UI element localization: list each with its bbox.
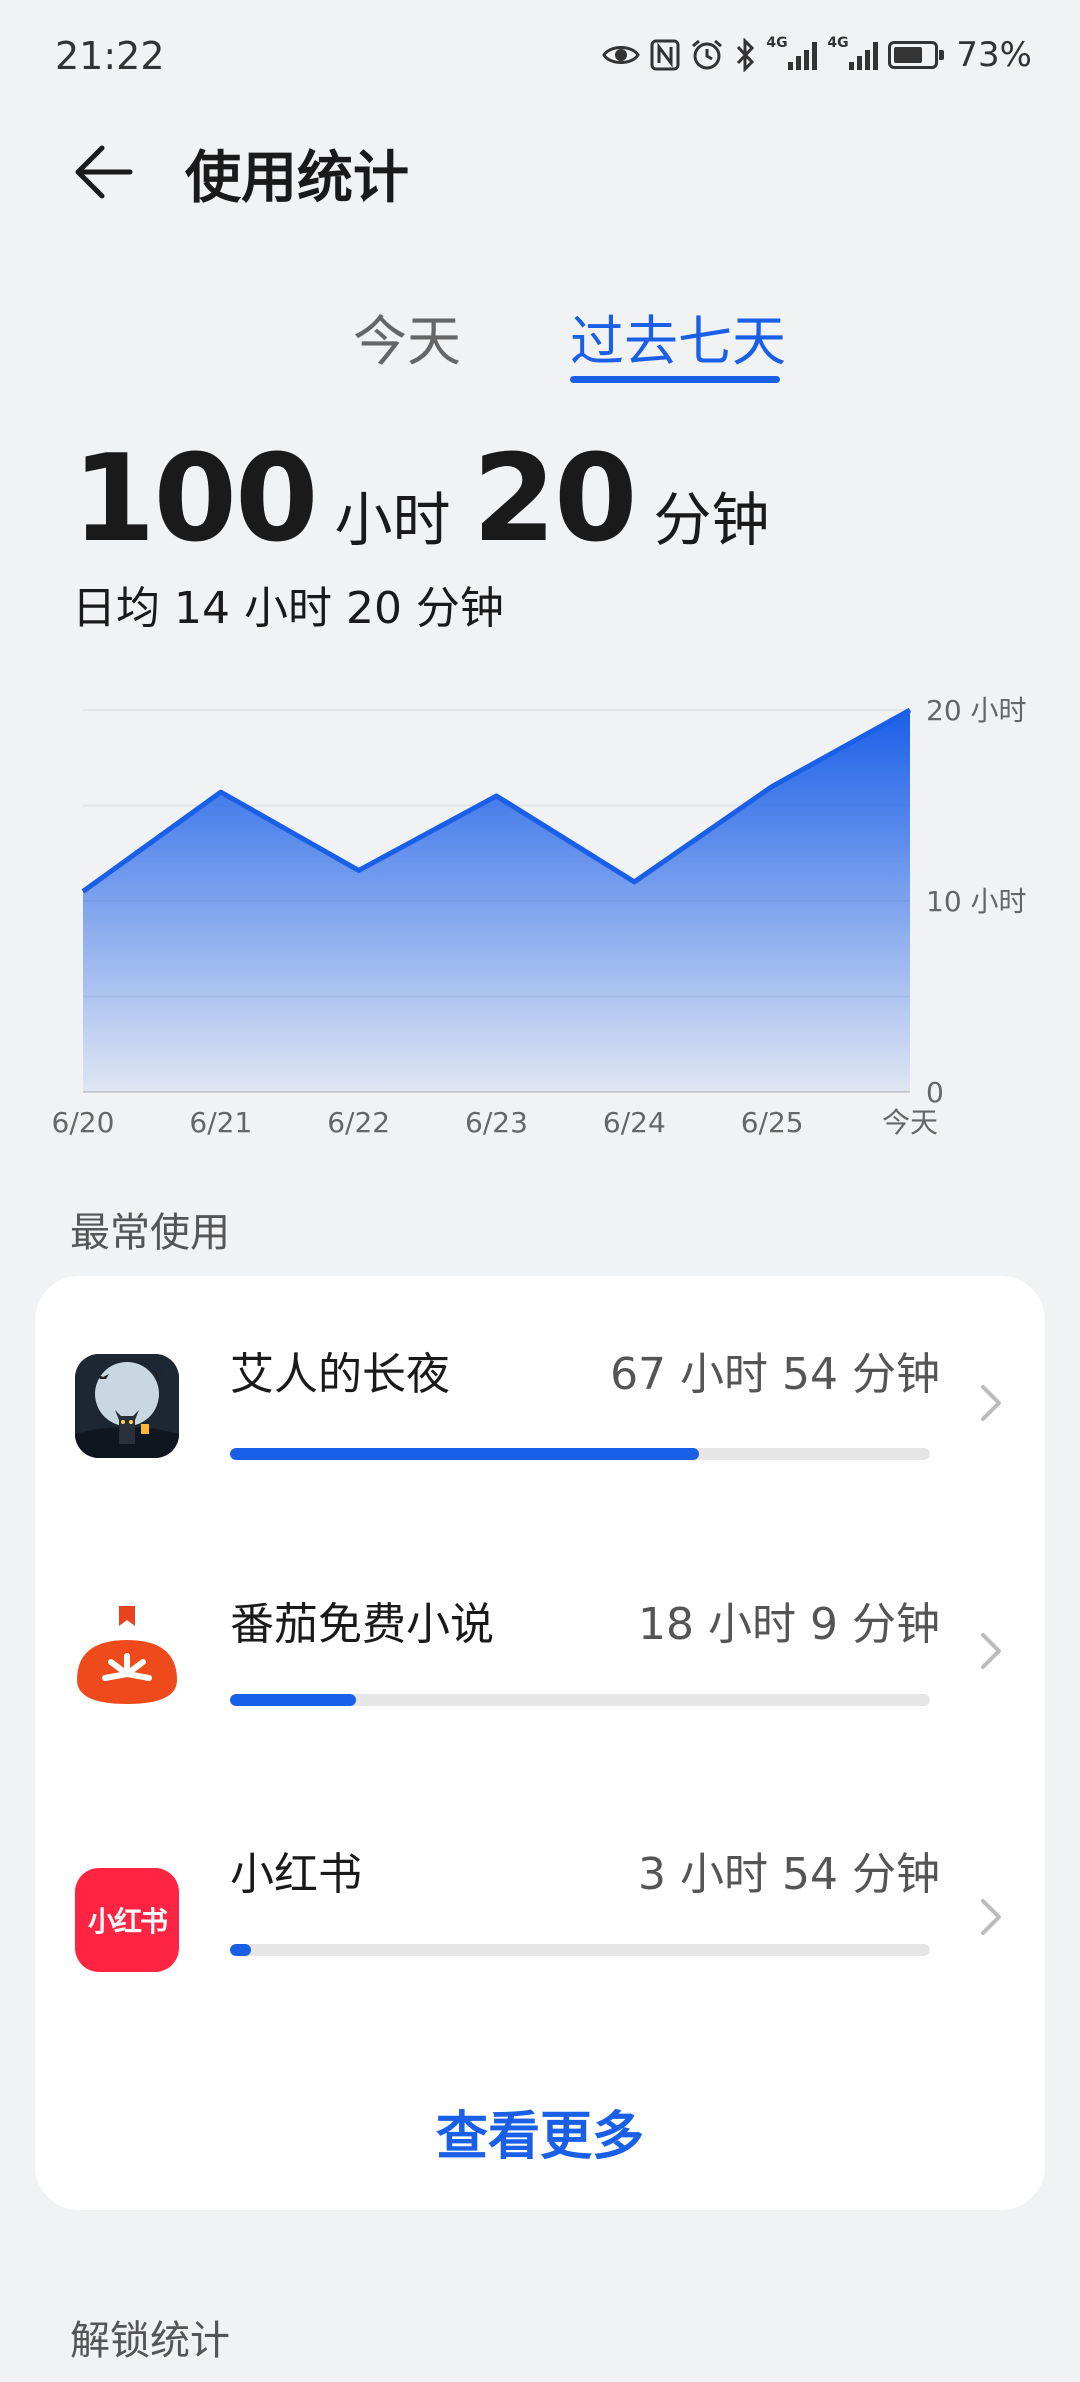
night-cat-game-icon bbox=[75, 1354, 179, 1458]
usage-area bbox=[83, 710, 910, 1092]
chevron-right-icon bbox=[981, 1385, 1001, 1421]
x-tick-label: 6/22 bbox=[327, 1106, 390, 1139]
total-minutes-value: 20 bbox=[472, 430, 638, 569]
app-name: 小红书 bbox=[230, 1849, 362, 1900]
battery-icon bbox=[888, 41, 945, 69]
daily-average: 日均 14 小时 20 分钟 bbox=[72, 583, 504, 634]
status-time: 21:22 bbox=[55, 34, 165, 78]
x-tick-label: 6/25 bbox=[741, 1106, 804, 1139]
app-row-tomato-novel[interactable]: 番茄免费小说 18 小时 9 分钟 bbox=[35, 1526, 1045, 1776]
eye-icon bbox=[602, 42, 641, 68]
usage-progress-bar bbox=[230, 1448, 930, 1460]
alarm-icon bbox=[690, 38, 724, 72]
signal-icon: 4G bbox=[827, 36, 879, 70]
chevron-right-icon bbox=[981, 1899, 1001, 1935]
x-tick-label: 6/21 bbox=[189, 1106, 252, 1139]
status-icons: 4G 4G 73% bbox=[602, 30, 1032, 80]
app-usage-time: 3 小时 54 分钟 bbox=[638, 1849, 940, 1900]
usage-progress-bar bbox=[230, 1944, 930, 1956]
section-title-frequent: 最常使用 bbox=[70, 1210, 230, 1256]
total-hours-unit: 小时 bbox=[334, 486, 451, 554]
total-hours-value: 100 bbox=[72, 430, 318, 569]
chevron-right-icon bbox=[981, 1633, 1001, 1669]
x-tick-label: 6/24 bbox=[603, 1106, 666, 1139]
app-row-xiaohongshu[interactable]: 小红书 小红书 3 小时 54 分钟 bbox=[35, 1776, 1045, 2026]
frequent-apps-card: 艾人的长夜 67 小时 54 分钟 番茄免费小说 18 小时 9 分钟 小红书 … bbox=[35, 1276, 1045, 2210]
tab-last-seven-days[interactable]: 过去七天 bbox=[570, 297, 786, 376]
tomato-novel-icon bbox=[75, 1604, 179, 1708]
arrow-left-icon bbox=[75, 145, 133, 199]
y-axis-ticks: 20 小时 10 小时 0 bbox=[926, 694, 1027, 1109]
view-more-button[interactable]: 查看更多 bbox=[35, 2094, 1045, 2169]
y-tick-label: 0 bbox=[926, 1076, 944, 1109]
usage-progress-bar bbox=[230, 1694, 930, 1706]
signal-icon: 4G bbox=[766, 36, 818, 70]
tab-indicator bbox=[570, 376, 780, 383]
nfc-icon bbox=[650, 39, 680, 71]
battery-percent: 73% bbox=[956, 35, 1032, 75]
back-button[interactable] bbox=[62, 130, 146, 214]
x-tick-label: 6/20 bbox=[52, 1106, 115, 1139]
page-title: 使用统计 bbox=[185, 146, 409, 211]
x-tick-label: 今天 bbox=[882, 1106, 938, 1139]
app-name: 番茄免费小说 bbox=[230, 1599, 494, 1650]
app-usage-time: 18 小时 9 分钟 bbox=[638, 1599, 940, 1650]
app-name: 艾人的长夜 bbox=[230, 1349, 450, 1400]
x-axis-ticks: 6/20 6/21 6/22 6/23 6/24 6/25 今天 bbox=[52, 1106, 938, 1139]
total-usage: 100 小时 20 分钟 bbox=[72, 430, 792, 569]
tab-today[interactable]: 今天 bbox=[353, 297, 461, 376]
y-tick-label: 10 小时 bbox=[926, 885, 1027, 918]
bluetooth-icon bbox=[734, 38, 756, 72]
x-tick-label: 6/23 bbox=[465, 1106, 528, 1139]
usage-chart: 20 小时 10 小时 0 6/20 6/21 6/22 6/23 6/24 6/25 今天 bbox=[52, 694, 1027, 1139]
y-tick-label: 20 小时 bbox=[926, 694, 1027, 727]
section-title-unlock: 解锁统计 bbox=[70, 2318, 230, 2364]
xiaohongshu-icon: 小红书 bbox=[75, 1868, 179, 1972]
app-usage-time: 67 小时 54 分钟 bbox=[610, 1349, 940, 1400]
app-row-ai-ren[interactable]: 艾人的长夜 67 小时 54 分钟 bbox=[35, 1276, 1045, 1526]
total-minutes-unit: 分钟 bbox=[653, 486, 770, 554]
